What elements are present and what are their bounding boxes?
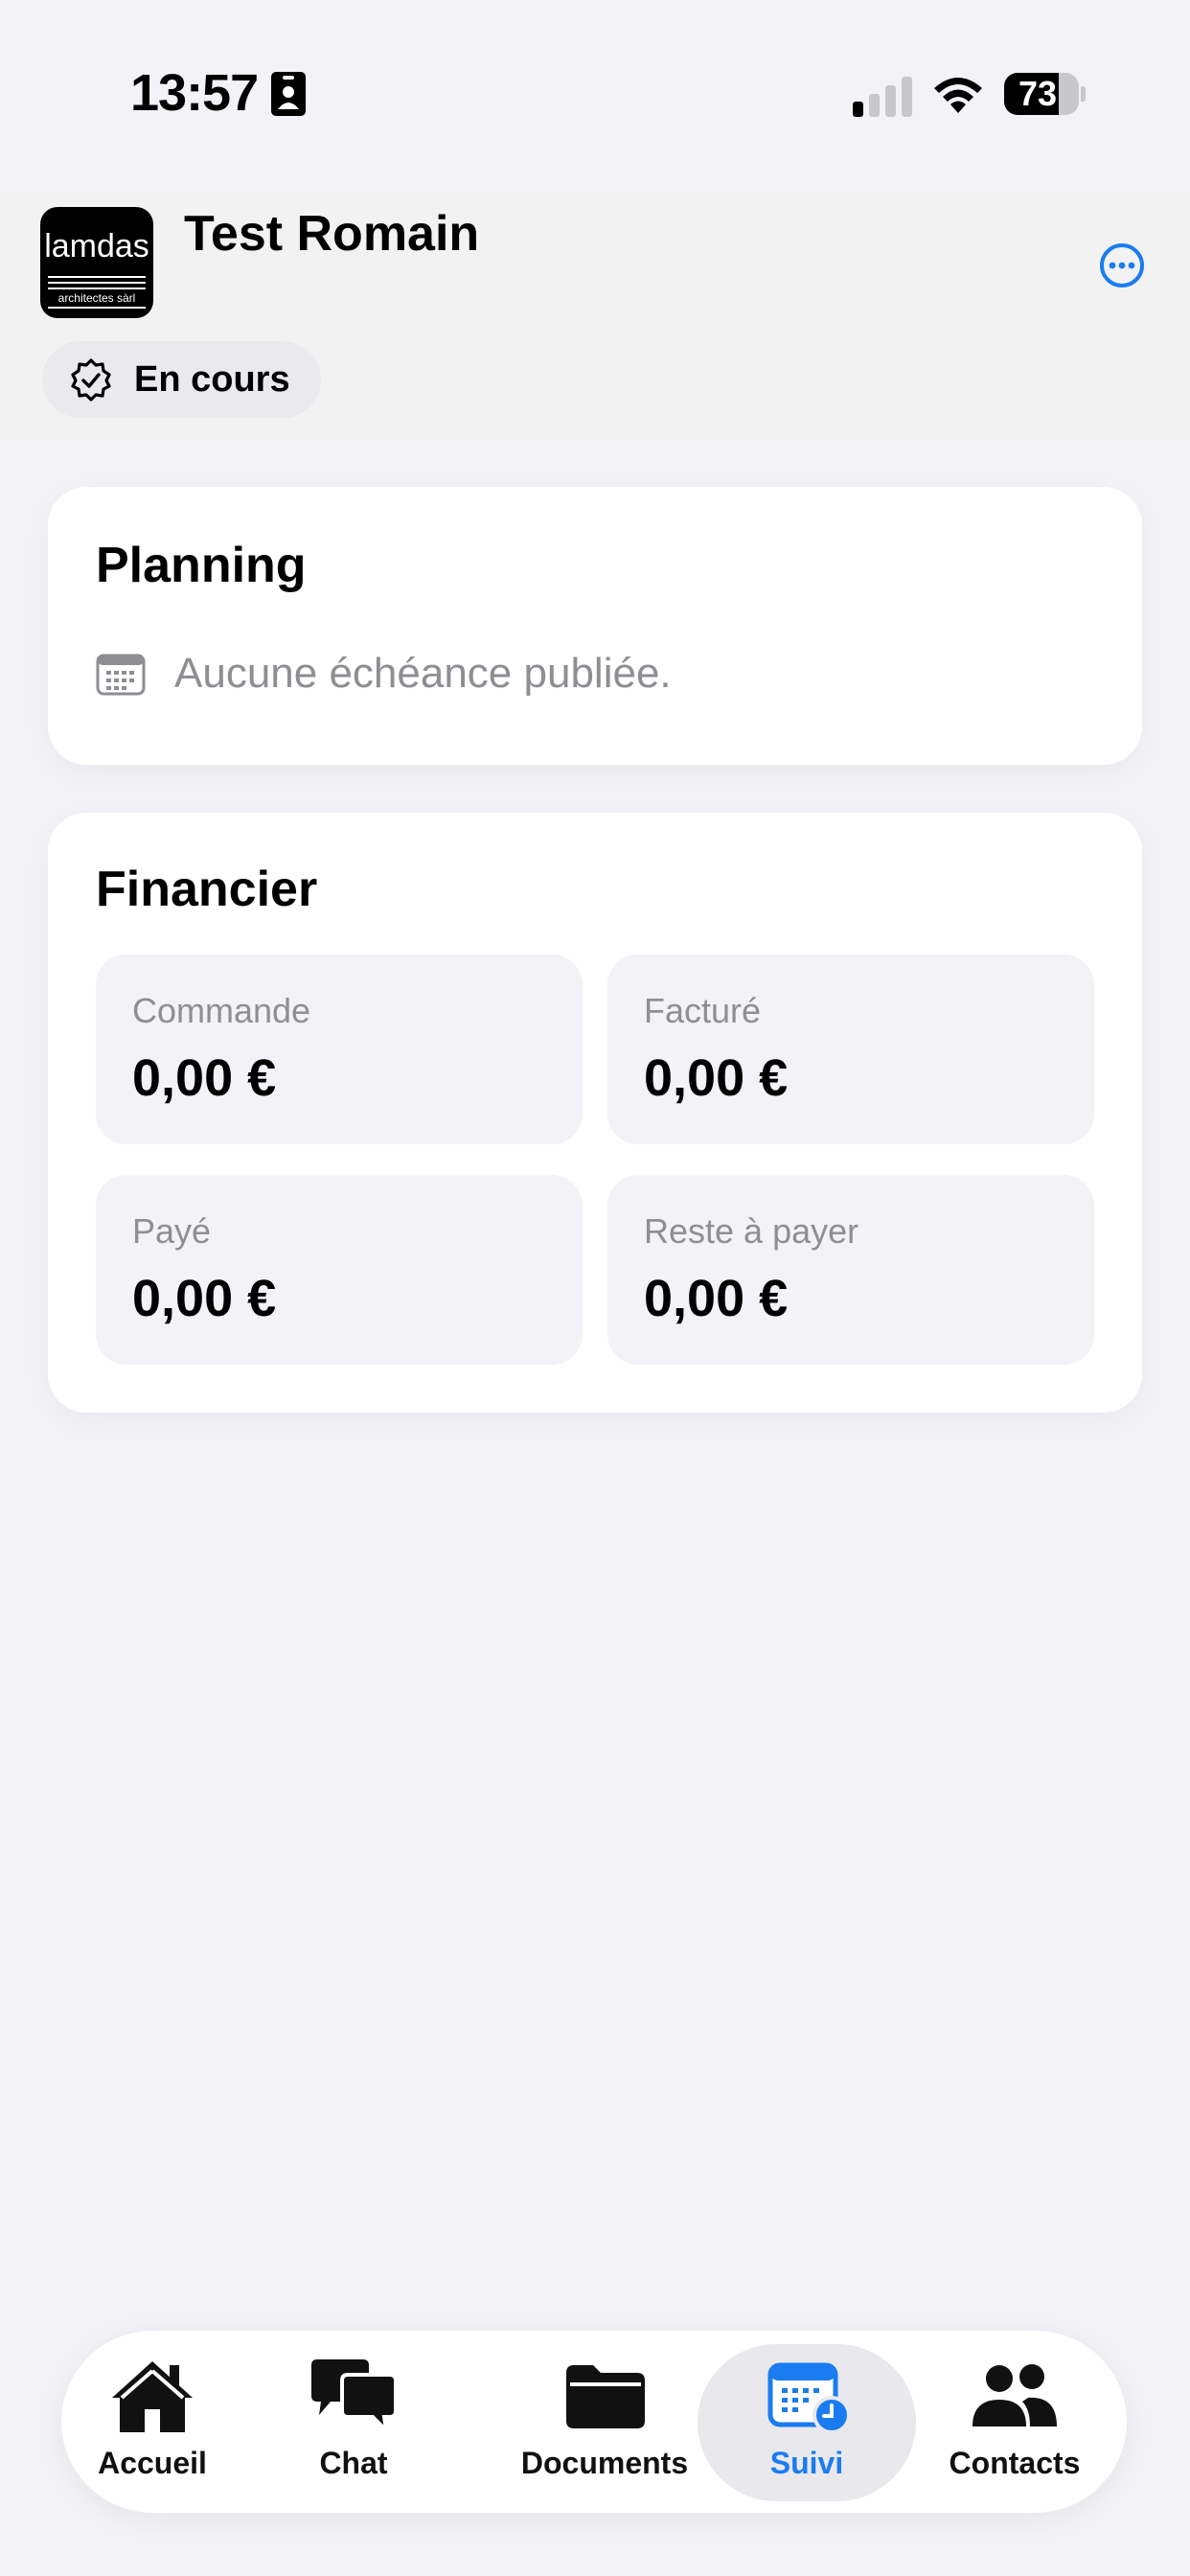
finance-tile-value: 0,00 €: [644, 1049, 789, 1107]
finance-tile-reste: Reste à payer 0,00 €: [607, 1175, 1094, 1365]
tab-accueil[interactable]: Accueil: [71, 2331, 234, 2513]
logo-subtext: architectes sàrl: [57, 291, 136, 305]
tab-label: Suivi: [769, 2446, 844, 2480]
tab-suivi[interactable]: Suivi: [698, 2331, 916, 2513]
calendar-icon: [96, 654, 146, 696]
finance-tile-value: 0,00 €: [132, 1049, 277, 1107]
finance-tile-label: Payé: [132, 1211, 212, 1251]
id-card-icon: [271, 72, 306, 116]
tab-documents[interactable]: Documents: [504, 2331, 705, 2513]
folder-icon: [566, 2365, 645, 2428]
chat-bubbles-icon: [311, 2359, 398, 2434]
finance-tile-facture: Facturé 0,00 €: [607, 954, 1094, 1144]
tab-label: Chat: [319, 2446, 388, 2480]
planning-title: Planning: [96, 538, 307, 593]
tab-label: Documents: [520, 2446, 689, 2480]
house-icon: [112, 2361, 193, 2432]
checkmark-seal-icon: [71, 358, 111, 402]
finance-tile-value: 0,00 €: [644, 1270, 789, 1327]
ellipsis-circle-icon[interactable]: [1098, 242, 1146, 289]
status-label: En cours: [134, 358, 290, 400]
project-header: lamdas architectes sàrl Test Romain En c…: [0, 192, 1190, 441]
finance-tile-label: Commande: [132, 991, 311, 1030]
tab-contacts[interactable]: Contacts: [924, 2331, 1106, 2513]
finance-tile-commande: Commande 0,00 €: [96, 954, 583, 1144]
planning-empty-text: Aucune échéance publiée.: [174, 650, 672, 697]
finance-tile-label: Reste à payer: [644, 1211, 859, 1251]
financier-title: Financier: [96, 862, 318, 917]
planning-card: Planning Aucune échéance publiée.: [48, 487, 1142, 765]
wifi-icon: [934, 78, 982, 113]
status-bar: 13:57 73: [0, 0, 1190, 192]
tab-label: Accueil: [98, 2446, 207, 2480]
financier-card: Financier Commande 0,00 € Facturé 0,00 €…: [48, 813, 1142, 1413]
battery-level: 73: [1018, 74, 1058, 113]
tab-bar: Accueil Chat Documents Suivi Contacts: [61, 2331, 1127, 2513]
finance-tile-paye: Payé 0,00 €: [96, 1175, 583, 1365]
status-time: 13:57: [130, 64, 259, 122]
planning-empty-row: Aucune échéance publiée.: [96, 650, 672, 698]
finance-tile-label: Facturé: [644, 991, 762, 1030]
people-icon: [973, 2364, 1057, 2426]
project-title: Test Romain: [184, 206, 480, 262]
tab-label: Contacts: [949, 2446, 1081, 2480]
calendar-clock-icon: [767, 2362, 851, 2434]
tab-chat[interactable]: Chat: [291, 2331, 416, 2513]
logo-text: lamdas: [44, 228, 149, 264]
company-logo: lamdas architectes sàrl: [40, 207, 153, 318]
status-badge: En cours: [42, 341, 321, 418]
finance-tile-value: 0,00 €: [132, 1270, 277, 1327]
battery-icon: 73: [1004, 73, 1086, 115]
signal-icon: [853, 77, 912, 117]
